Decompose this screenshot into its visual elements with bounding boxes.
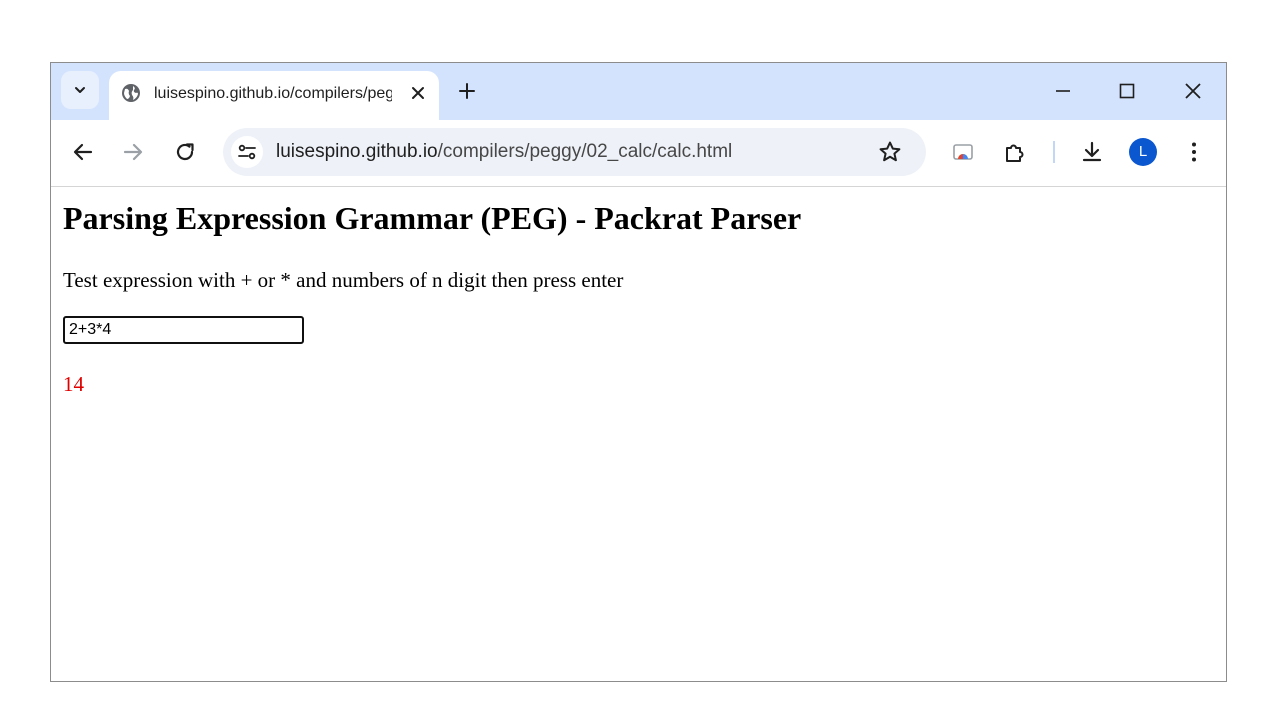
browser-toolbar: luisespino.github.io/compilers/peggy/02_… bbox=[51, 120, 1226, 187]
star-icon bbox=[878, 140, 902, 164]
maximize-button[interactable] bbox=[1113, 77, 1141, 105]
reload-icon bbox=[174, 141, 196, 163]
extensions-button[interactable] bbox=[1001, 138, 1029, 166]
kebab-menu-icon bbox=[1190, 141, 1198, 163]
globe-icon bbox=[121, 83, 141, 103]
download-icon bbox=[1080, 140, 1104, 164]
instructions-text: Test expression with + or * and numbers … bbox=[63, 268, 624, 292]
minimize-button[interactable] bbox=[1049, 77, 1077, 105]
maximize-icon bbox=[1119, 83, 1135, 99]
minimize-icon bbox=[1055, 83, 1071, 99]
expression-input[interactable] bbox=[63, 316, 304, 344]
page-title: Parsing Expression Grammar (PEG) - Packr… bbox=[63, 200, 802, 236]
browser-window: luisespino.github.io/compilers/peggy/02_… bbox=[50, 62, 1227, 682]
browser-menu-button[interactable] bbox=[1180, 138, 1208, 166]
bookmark-button[interactable] bbox=[876, 138, 904, 166]
tab-search-button[interactable] bbox=[61, 71, 99, 109]
puzzle-icon bbox=[1003, 140, 1027, 164]
cast-button[interactable] bbox=[949, 138, 977, 166]
tab-close-button[interactable] bbox=[407, 82, 429, 104]
close-icon bbox=[1184, 82, 1202, 100]
url-text[interactable]: luisespino.github.io/compilers/peggy/02_… bbox=[276, 141, 732, 163]
page-content: Parsing Expression Grammar (PEG) - Packr… bbox=[51, 187, 1226, 681]
address-bar[interactable]: luisespino.github.io/compilers/peggy/02_… bbox=[223, 128, 926, 176]
tab-active[interactable]: luisespino.github.io/compilers/peggy/02_… bbox=[109, 71, 439, 120]
back-arrow-icon bbox=[72, 141, 94, 163]
url-host: luisespino.github.io bbox=[276, 141, 438, 162]
plus-icon bbox=[458, 82, 476, 100]
new-tab-button[interactable] bbox=[453, 77, 481, 105]
forward-button[interactable] bbox=[119, 138, 147, 166]
back-button[interactable] bbox=[69, 138, 97, 166]
url-path: /compilers/peggy/02_calc/calc.html bbox=[437, 141, 733, 162]
downloads-button[interactable] bbox=[1078, 138, 1106, 166]
tune-icon bbox=[237, 142, 257, 162]
site-info-button[interactable] bbox=[231, 136, 263, 168]
profile-avatar[interactable]: L bbox=[1129, 138, 1157, 166]
close-icon bbox=[412, 87, 424, 99]
chevron-down-icon bbox=[73, 83, 87, 97]
result-text: 14 bbox=[63, 372, 84, 396]
close-window-button[interactable] bbox=[1179, 77, 1207, 105]
toolbar-divider bbox=[1053, 141, 1055, 163]
tab-strip: luisespino.github.io/compilers/peggy/02_… bbox=[51, 63, 1226, 120]
forward-arrow-icon bbox=[122, 141, 144, 163]
cast-icon bbox=[951, 140, 975, 164]
tab-title: luisespino.github.io/compilers/peggy/02_… bbox=[154, 85, 392, 102]
reload-button[interactable] bbox=[171, 138, 199, 166]
